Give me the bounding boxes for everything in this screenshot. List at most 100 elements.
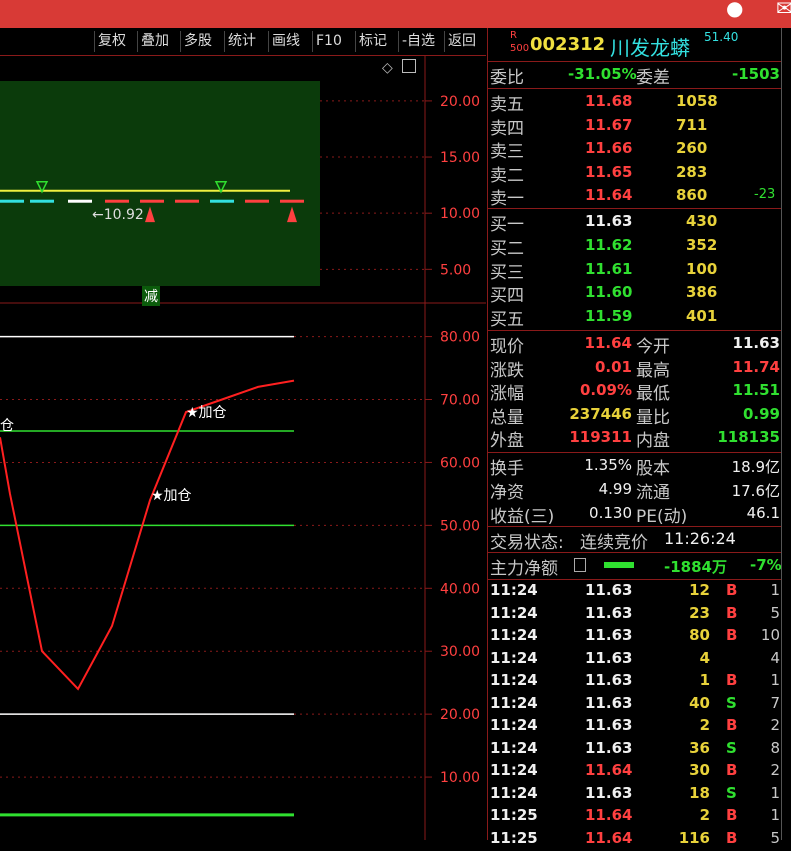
mark-button[interactable]: 标记 <box>355 31 390 52</box>
tick-count: 5 <box>770 603 780 622</box>
bid-price: 11.62 <box>585 235 633 254</box>
quote-value-right: 11.51 <box>732 381 780 400</box>
f10-button[interactable]: F10 <box>312 31 345 52</box>
tick-row: 11:24 11.64 30 B 2 <box>488 761 782 783</box>
lower-tick-label: 20.00 <box>440 707 480 723</box>
main-force-row: 主力净额 -1884万 -7% <box>488 554 782 579</box>
separator <box>488 88 782 89</box>
remove-watchlist-button[interactable]: -自选 <box>398 31 438 52</box>
bid-row: 买二 11.62 352 <box>488 234 782 259</box>
candle-mark <box>105 199 129 203</box>
overlay-button[interactable]: 叠加 <box>137 31 172 52</box>
panel-toggle-icon[interactable] <box>402 59 416 73</box>
lower-tick-label: 60.00 <box>440 455 480 471</box>
main-force-doc-icon[interactable] <box>574 558 586 572</box>
fundamental-label-right: PE(动) <box>636 506 688 527</box>
separator <box>488 452 782 453</box>
tick-time: 11:25 <box>490 828 538 847</box>
bid-label: 买三 <box>490 262 524 283</box>
tick-row: 11:24 11.63 18 S 1 <box>488 784 782 806</box>
tick-side: B <box>726 761 738 779</box>
order-diff-label: 委差 <box>636 68 670 88</box>
window-titlebar: ● ✉ <box>0 0 791 28</box>
chart-svg: 20.00 15.00 10.00 5.00 80.00 70.00 60.00 50.00… <box>0 56 486 840</box>
stock-code: 002312 <box>530 34 606 55</box>
lower-tick-label: 40.00 <box>440 581 480 597</box>
fundamental-row: 换手 1.35% 股本 18.9亿 <box>488 454 782 479</box>
bid-volume: 100 <box>686 259 718 278</box>
last-price-value: 10.92 <box>103 207 144 223</box>
tick-side: B <box>726 626 738 644</box>
tick-price: 11.64 <box>585 828 633 847</box>
bid-label: 买四 <box>490 286 524 307</box>
tick-count: 2 <box>770 716 780 734</box>
stock-header: R 500 002312 川发龙蟒 51.40 <box>488 28 782 60</box>
tick-side: B <box>726 716 738 734</box>
quote-value-right: 118135 <box>717 428 780 447</box>
tick-time: 11:24 <box>490 693 538 712</box>
order-ratio-value: -31.05% <box>568 65 637 83</box>
separator <box>488 61 782 62</box>
fundamental-label-left: 换手 <box>490 459 524 479</box>
ask-row: 卖四 11.67 711 <box>488 114 782 139</box>
diamond-icon[interactable]: ◇ <box>382 60 393 76</box>
tick-price: 11.64 <box>585 761 633 779</box>
quote-row: 涨跌 0.01 最高 11.74 <box>488 356 782 381</box>
quote-label-right: 最低 <box>636 384 670 405</box>
user-icon[interactable]: ● <box>726 0 743 20</box>
fundamental-row: 净资 4.99 流通 17.6亿 <box>488 478 782 503</box>
tick-count: 8 <box>770 738 780 757</box>
candle-mark <box>175 199 199 203</box>
tick-row: 11:24 11.63 36 S 8 <box>488 739 782 761</box>
tick-volume: 36 <box>689 738 710 757</box>
quote-label-left: 涨跌 <box>490 360 524 381</box>
tick-count: 2 <box>770 761 780 779</box>
quote-label-left: 总量 <box>490 407 524 428</box>
tick-volume: 116 <box>678 828 710 847</box>
tick-side: S <box>726 738 737 757</box>
fundamental-value-left: 4.99 <box>598 479 632 498</box>
chart-area[interactable]: 20.00 15.00 10.00 5.00 80.00 70.00 60.00 50.00… <box>0 56 486 840</box>
ask-label: 卖四 <box>490 118 524 139</box>
lower-tick-label: 80.00 <box>440 330 480 346</box>
ask-price: 11.65 <box>585 162 633 181</box>
tick-price: 11.63 <box>585 626 633 644</box>
bid-volume: 352 <box>686 235 718 254</box>
multi-stock-button[interactable]: 多股 <box>180 31 215 52</box>
ask-label: 卖三 <box>490 142 524 163</box>
back-button[interactable]: 返回 <box>444 31 479 52</box>
tick-volume: 30 <box>689 761 710 779</box>
lower-chart-group: 80.00 70.00 60.00 50.00 40.00 30.00 20.00 10.00 <box>0 330 480 817</box>
upper-tick-label: 15.00 <box>440 150 480 166</box>
tick-count: 10 <box>760 626 780 644</box>
last-price-label: ←10.92 <box>92 207 144 223</box>
draw-line-button[interactable]: 画线 <box>268 31 303 52</box>
ask-row: 卖一 11.64 860 -23 <box>488 184 782 209</box>
trade-status-label: 交易状态: <box>490 533 564 553</box>
ask-volume: 711 <box>676 115 708 134</box>
restore-rights-button[interactable]: 复权 <box>94 31 129 52</box>
tick-time: 11:25 <box>490 806 538 824</box>
quote-value-left: 0.01 <box>594 357 632 376</box>
candle-mark <box>30 199 54 203</box>
ask-row: 卖三 11.66 260 <box>488 137 782 163</box>
tick-price: 11.63 <box>585 738 633 757</box>
right-edge-strip <box>781 28 791 840</box>
statistics-button[interactable]: 统计 <box>224 31 259 52</box>
tick-row: 11:24 11.63 1 B 1 <box>488 671 782 693</box>
tick-price: 11.63 <box>585 716 633 734</box>
quote-value-left: 237446 <box>569 404 632 423</box>
fundamental-value-left: 0.130 <box>589 503 632 522</box>
stock-name: 川发龙蟒 <box>610 36 690 60</box>
tick-time: 11:24 <box>490 671 538 689</box>
tick-volume: 12 <box>689 581 710 599</box>
tick-time: 11:24 <box>490 716 538 734</box>
lower-tick-label: 10.00 <box>440 770 480 786</box>
fundamental-label-left: 净资 <box>490 482 524 503</box>
separator <box>488 526 782 527</box>
bid-label: 买二 <box>490 238 524 259</box>
separator <box>488 330 782 331</box>
mail-icon[interactable]: ✉ <box>776 0 791 20</box>
ask-volume: 283 <box>676 162 708 181</box>
tick-side: S <box>726 693 737 712</box>
